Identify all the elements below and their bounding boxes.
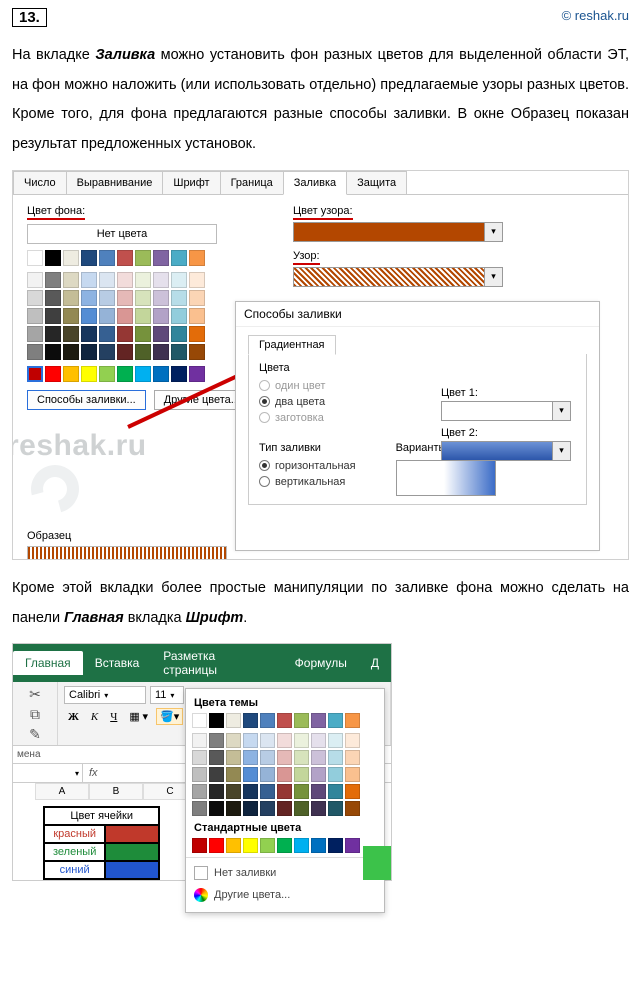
p1-bold: Заливка bbox=[95, 47, 155, 63]
cut-icon[interactable]: ✂ bbox=[29, 686, 41, 703]
excel-ribbon: Главная Вставка Разметка страницы Формул… bbox=[12, 643, 392, 881]
chevron-down-icon[interactable]: ▾ bbox=[553, 441, 571, 461]
site-link[interactable]: © reshak.ru bbox=[562, 8, 629, 23]
ribbon-tab-home[interactable]: Главная bbox=[13, 651, 83, 675]
color2-combo[interactable]: ▾ bbox=[441, 441, 571, 461]
theme-colors-label: Цвета темы bbox=[194, 697, 378, 709]
no-fill-item[interactable]: Нет заливки bbox=[192, 862, 378, 884]
font-size-combo[interactable]: 11▾ bbox=[150, 686, 184, 704]
pattern-label: Узор: bbox=[293, 250, 320, 265]
variants-preview[interactable] bbox=[396, 460, 496, 496]
no-color-button[interactable]: Нет цвета bbox=[27, 224, 217, 244]
color-wheel-icon bbox=[194, 888, 208, 902]
color-palette[interactable] bbox=[27, 250, 227, 382]
fill-color-button[interactable]: 🪣▾ bbox=[156, 708, 183, 725]
ribbon-tab-layout[interactable]: Разметка страницы bbox=[151, 644, 282, 682]
theme-colors-grid[interactable] bbox=[192, 713, 378, 816]
border-button[interactable]: ▦ ▾ bbox=[125, 708, 152, 725]
row-red-label: красный bbox=[44, 825, 105, 843]
color1-combo[interactable]: ▾ bbox=[441, 401, 571, 421]
col-hdr-a[interactable]: A bbox=[35, 783, 89, 800]
dialog-tabs: Число Выравнивание Шрифт Граница Заливка… bbox=[13, 171, 628, 195]
row-red-swatch bbox=[105, 825, 159, 843]
p1-pre: На вкладке bbox=[12, 47, 95, 63]
pattern-color-label: Цвет узора: bbox=[293, 205, 353, 220]
chevron-down-icon[interactable]: ▾ bbox=[485, 222, 503, 242]
fill-type-label: Тип заливки bbox=[259, 442, 356, 454]
bold-button[interactable]: Ж bbox=[64, 709, 83, 725]
green-decor bbox=[363, 846, 391, 880]
radio-vertical[interactable]: вертикальная bbox=[259, 476, 356, 488]
tab-number[interactable]: Число bbox=[13, 171, 67, 194]
row-green-label: зеленый bbox=[44, 843, 105, 861]
pattern-combo[interactable]: ▾ bbox=[293, 267, 503, 287]
underline-button[interactable]: Ч bbox=[106, 709, 121, 725]
group-colors-label: Цвета bbox=[259, 362, 576, 374]
pattern-color-combo[interactable]: ▾ bbox=[293, 222, 503, 242]
row-blue-swatch bbox=[105, 861, 159, 879]
ribbon-tab-next[interactable]: Д bbox=[359, 651, 391, 675]
fill-ways-button[interactable]: Способы заливки... bbox=[27, 390, 146, 410]
standard-colors-label: Стандартные цвета bbox=[194, 822, 378, 834]
tab-fill[interactable]: Заливка bbox=[283, 171, 347, 195]
paragraph-1: На вкладке Заливка можно установить фон … bbox=[12, 41, 629, 160]
tab-gradient[interactable]: Градиентная bbox=[248, 335, 336, 355]
tab-border[interactable]: Граница bbox=[220, 171, 284, 194]
ribbon-tab-formulas[interactable]: Формулы bbox=[283, 651, 359, 675]
paragraph-2: Кроме этой вкладки более простые манипул… bbox=[12, 574, 629, 633]
bg-color-label: Цвет фона: bbox=[27, 205, 85, 220]
name-box[interactable]: ▾ bbox=[13, 764, 83, 782]
chevron-down-icon[interactable]: ▾ bbox=[553, 401, 571, 421]
fill-color-menu: Цвета темы Стандартные цвета Нет заливки… bbox=[185, 688, 385, 913]
copy-icon[interactable]: ⧉ bbox=[30, 706, 40, 723]
question-number: 13. bbox=[12, 8, 47, 27]
tab-font[interactable]: Шрифт bbox=[162, 171, 220, 194]
color2-label: Цвет 2: bbox=[441, 427, 571, 439]
ribbon-tab-insert[interactable]: Вставка bbox=[83, 651, 152, 675]
table-header: Цвет ячейки bbox=[44, 807, 159, 825]
row-blue-label: синий bbox=[44, 861, 105, 879]
font-name-combo[interactable]: Calibri▾ bbox=[64, 686, 146, 704]
chevron-down-icon: ▾ bbox=[170, 691, 174, 700]
more-colors-item[interactable]: Другие цвета... bbox=[192, 884, 378, 906]
col-hdr-b[interactable]: B bbox=[89, 783, 143, 800]
format-cells-dialog: Число Выравнивание Шрифт Граница Заливка… bbox=[12, 170, 629, 560]
tab-alignment[interactable]: Выравнивание bbox=[66, 171, 164, 194]
sample-preview bbox=[27, 546, 227, 560]
radio-horizontal[interactable]: горизонтальная bbox=[259, 460, 356, 472]
paint-icon[interactable]: ✎ bbox=[29, 726, 41, 743]
fill-ways-dialog: Способы заливки Градиентная Цвета один ц… bbox=[235, 301, 600, 551]
fx-icon[interactable]: fx bbox=[83, 767, 104, 779]
tab-protection[interactable]: Защита bbox=[346, 171, 407, 194]
chevron-down-icon: ▾ bbox=[104, 691, 108, 700]
color1-label: Цвет 1: bbox=[441, 387, 571, 399]
chevron-down-icon[interactable]: ▾ bbox=[485, 267, 503, 287]
italic-button[interactable]: К bbox=[87, 709, 102, 725]
dlg2-title: Способы заливки bbox=[236, 302, 599, 327]
example-table: Цвет ячейки красный зеленый синий bbox=[43, 806, 160, 880]
row-green-swatch bbox=[105, 843, 159, 861]
standard-colors-row[interactable] bbox=[192, 838, 378, 853]
